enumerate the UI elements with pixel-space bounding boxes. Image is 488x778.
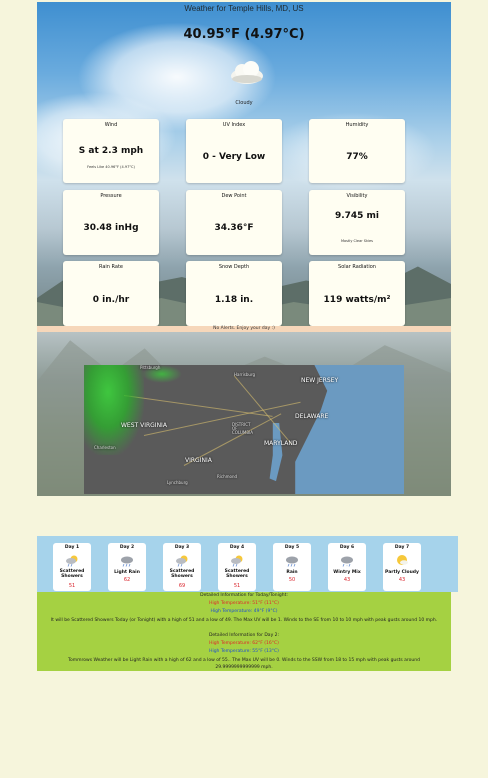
rain-rate-value: 0 in./hr [92,295,130,305]
wind-value: S at 2.3 mph [78,146,144,156]
today-description: It will be Scattered Showers Today (or T… [50,618,438,623]
sun-rain-icon [231,555,243,567]
forecast-day-4[interactable]: Day 4 Scattered Showers 51 [218,543,256,591]
current-temperature: 40.95°F (4.97°C) [183,27,305,42]
radar-precipitation [84,365,144,455]
day-high: 62 [123,577,131,583]
condition-label: Cloudy [235,100,253,106]
visibility-value: 9.745 mi [334,211,380,221]
day-high: 43 [398,577,406,583]
uv-label: UV Index [222,122,246,128]
day-condition: Rain [286,570,298,575]
day-condition: Scattered Showers [224,569,250,579]
day-condition: Scattered Showers [59,569,85,579]
day-name: Day 1 [64,545,80,550]
day-high: 51 [68,583,76,589]
map-label-charleston: Charleston [94,445,116,450]
day-name: Day 3 [174,545,190,550]
today-heading: Detailed Information for Today/Tonight: [200,593,288,598]
day-high: 51 [233,583,241,589]
day-name: Day 7 [394,545,410,550]
rain-rate-label: Rain Rate [98,264,124,270]
day-name: Day 5 [284,545,300,550]
day-condition: Light Rain [114,570,140,575]
sun-rain-icon [66,555,78,567]
map-label-dc: DISTRICT OF COLUMBIA [232,422,254,435]
detailed-forecast: Detailed Information for Today/Tonight: … [37,592,451,671]
partly-cloudy-icon [397,555,408,565]
map-label-maryland: MARYLAND [264,440,298,447]
day-condition: Wintry Mix [333,570,361,575]
map-label-virginia: VIRGINIA [185,457,212,464]
page-title: Weather for Temple Hills, MD, US [184,4,304,13]
feels-like: Feels Like 40.96°F (4.97°C) [87,165,135,169]
forecast-day-7[interactable]: Day 7 Partly Cloudy 43 [383,543,421,591]
pressure-label: Pressure [100,193,122,199]
forecast-day-2[interactable]: Day 2 Light Rain 62 [108,543,146,591]
map-label-harrisburg: Harrisburg [234,372,256,377]
cloud-icon [231,61,263,84]
snow-depth-label: Snow Depth [218,264,250,270]
sun-rain-icon [176,555,188,567]
humidity-value: 77% [346,152,368,162]
dewpoint-label: Dew Point [221,193,247,199]
map-label-new-jersey: NEW JERSEY [301,377,339,384]
dewpoint-card: Dew Point 34.36°F [186,190,282,255]
map-label-lynchburg: Lynchburg [167,480,188,485]
map-label-west-virginia: WEST VIRGINIA [121,422,167,429]
solar-radiation-label: Solar Radiation [338,264,376,270]
day-high: 43 [343,577,351,583]
wintry-mix-icon [341,556,353,567]
humidity-label: Humidity [345,122,369,128]
day2-low-temp: High Temperature: 55°F (13°C) [209,649,279,654]
solar-radiation-value: 119 watts/m² [323,295,391,305]
dewpoint-value: 34.36°F [214,223,254,233]
day-name: Day 6 [339,545,355,550]
day-high: 69 [178,583,186,589]
visibility-label: Visibility [346,193,368,199]
day2-description: Tommrows Weather will be Light Rain with… [68,658,420,670]
snow-depth-card: Snow Depth 1.18 in. [186,261,282,326]
day-condition: Scattered Showers [169,569,195,579]
forecast-day-5[interactable]: Day 5 Rain 50 [273,543,311,591]
map-label-delaware: DELAWARE [295,413,329,420]
solar-radiation-card: Solar Radiation 119 watts/m² [309,261,405,326]
day-condition: Partly Cloudy [385,570,419,575]
day-name: Day 4 [229,545,245,550]
pressure-value: 30.48 inHg [83,223,139,233]
day-name: Day 2 [119,545,135,550]
snow-depth-value: 1.18 in. [214,295,254,305]
pressure-card: Pressure 30.48 inHg [63,190,159,255]
rain-rate-card: Rain Rate 0 in./hr [63,261,159,326]
radar-map[interactable]: Pittsburgh Harrisburg NEW JERSEY WEST VI… [84,365,404,494]
day-high: 50 [288,577,296,583]
forecast-day-3[interactable]: Day 3 Scattered Showers 69 [163,543,201,591]
forecast-day-6[interactable]: Day 6 Wintry Mix 43 [328,543,366,591]
visibility-card: Visibility 9.745 mi Mostly Clear Skies [309,190,405,255]
day2-heading: Detailed Information for Day 2: [208,633,280,638]
forecast-day-1[interactable]: Day 1 Scattered Showers 51 [53,543,91,591]
wind-label: Wind [104,122,118,128]
rain-cloud-icon [121,556,133,567]
day2-high-temp: High Temperature: 62°F (16°C) [209,641,279,646]
wind-card: Wind S at 2.3 mph Feels Like 40.96°F (4.… [63,119,159,183]
today-high-temp: High Temperature: 51°F (11°C) [209,601,279,606]
uv-value: 0 - Very Low [202,152,266,162]
uv-card: UV Index 0 - Very Low [186,119,282,183]
map-label-richmond: Richmond [217,474,238,479]
map-label-pittsburgh: Pittsburgh [140,365,161,370]
today-low-temp: High Temperature: 49°F (9°C) [210,609,278,614]
visibility-description: Mostly Clear Skies [341,239,373,243]
rain-cloud-icon [286,556,298,567]
humidity-card: Humidity 77% [309,119,405,183]
